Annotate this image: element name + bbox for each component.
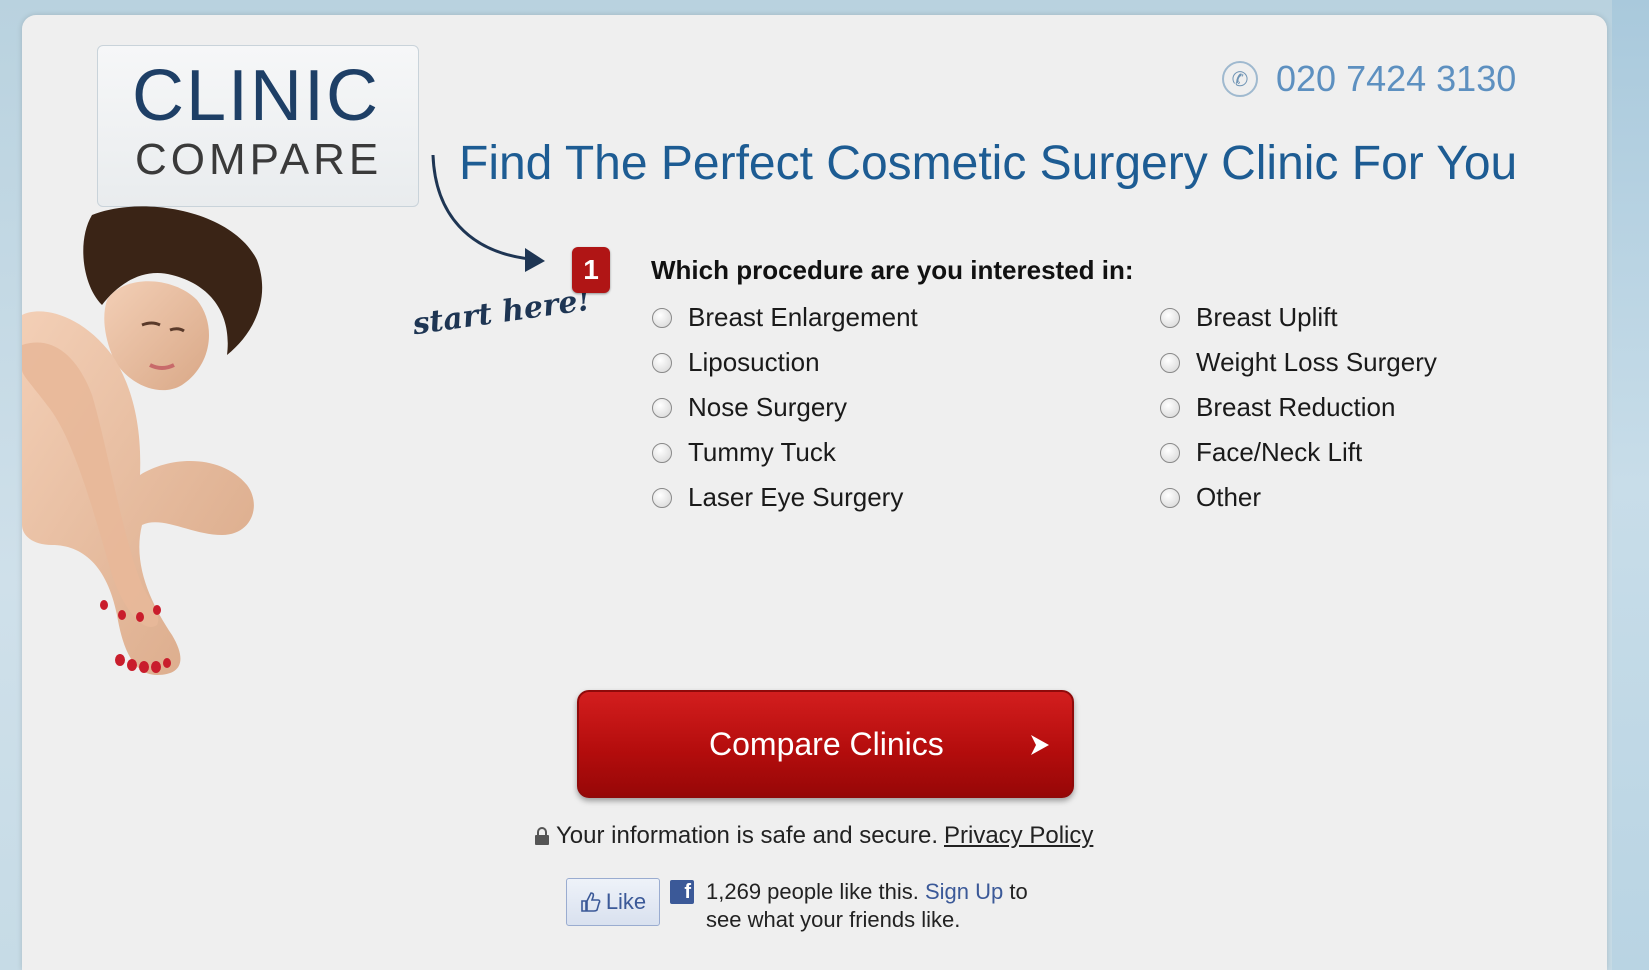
- procedure-question: Which procedure are you interested in:: [651, 255, 1134, 285]
- option-weight-loss-surgery[interactable]: Weight Loss Surgery: [1160, 347, 1437, 378]
- model-illustration: [22, 206, 263, 675]
- radio-button[interactable]: [652, 397, 672, 418]
- option-label: Other: [1196, 482, 1262, 512]
- radio-button[interactable]: [652, 352, 672, 373]
- chevron-right-icon: [1031, 735, 1049, 755]
- lock-icon: [535, 827, 549, 845]
- step-number-badge: 1: [572, 247, 610, 293]
- thumbs-up-icon: [581, 892, 601, 912]
- option-breast-reduction[interactable]: Breast Reduction: [1160, 392, 1395, 423]
- option-label: Tummy Tuck: [688, 437, 836, 467]
- option-breast-enlargement[interactable]: Breast Enlargement: [652, 302, 918, 333]
- logo-text-clinic: CLINIC: [132, 56, 381, 136]
- radio-button[interactable]: [652, 442, 672, 463]
- page-edge: [1612, 0, 1649, 970]
- facebook-icon: f: [670, 880, 694, 904]
- option-tummy-tuck[interactable]: Tummy Tuck: [652, 437, 836, 468]
- radio-button[interactable]: [652, 307, 672, 328]
- phone-contact[interactable]: ✆ 020 7424 3130: [1222, 58, 1516, 100]
- option-label: Breast Uplift: [1196, 302, 1338, 332]
- phone-icon: ✆: [1222, 61, 1258, 97]
- security-notice: Your information is safe and secure. Pri…: [534, 822, 1093, 850]
- curved-arrow-icon: [431, 154, 545, 272]
- like-label: Like: [605, 889, 647, 914]
- radio-button[interactable]: [1160, 397, 1180, 418]
- facebook-signup-link[interactable]: Sign Up: [925, 879, 1003, 904]
- phone-number: 020 7424 3130: [1276, 58, 1517, 99]
- radio-button[interactable]: [1160, 352, 1180, 373]
- like-count-text: 1,269 people like this.: [706, 879, 919, 904]
- option-label: Laser Eye Surgery: [688, 482, 904, 512]
- page-headline: Find The Perfect Cosmetic Surgery Clinic…: [459, 137, 1518, 190]
- option-laser-eye-surgery[interactable]: Laser Eye Surgery: [652, 482, 903, 513]
- option-face-neck-lift[interactable]: Face/Neck Lift: [1160, 437, 1362, 468]
- radio-button[interactable]: [1160, 487, 1180, 508]
- security-text: Your information is safe and secure.: [556, 822, 938, 849]
- radio-button[interactable]: [1160, 442, 1180, 463]
- facebook-social-text: 1,269 people like this. Sign Up to see w…: [706, 878, 1066, 934]
- option-other[interactable]: Other: [1160, 482, 1261, 513]
- privacy-policy-link[interactable]: Privacy Policy: [944, 822, 1093, 850]
- option-label: Breast Enlargement: [688, 302, 918, 332]
- facebook-like-button[interactable]: Like: [566, 878, 660, 926]
- logo-text-compare: COMPARE: [135, 135, 383, 184]
- option-nose-surgery[interactable]: Nose Surgery: [652, 392, 847, 423]
- compare-clinics-button[interactable]: Compare Clinics: [577, 690, 1074, 798]
- option-label: Nose Surgery: [688, 392, 847, 422]
- option-label: Face/Neck Lift: [1196, 437, 1363, 467]
- option-label: Breast Reduction: [1196, 392, 1396, 422]
- option-breast-uplift[interactable]: Breast Uplift: [1160, 302, 1338, 333]
- radio-button[interactable]: [652, 487, 672, 508]
- option-liposuction[interactable]: Liposuction: [652, 347, 820, 378]
- compare-clinics-label: Compare Clinics: [709, 726, 944, 762]
- option-label: Weight Loss Surgery: [1196, 347, 1437, 377]
- radio-button[interactable]: [1160, 307, 1180, 328]
- option-label: Liposuction: [688, 347, 820, 377]
